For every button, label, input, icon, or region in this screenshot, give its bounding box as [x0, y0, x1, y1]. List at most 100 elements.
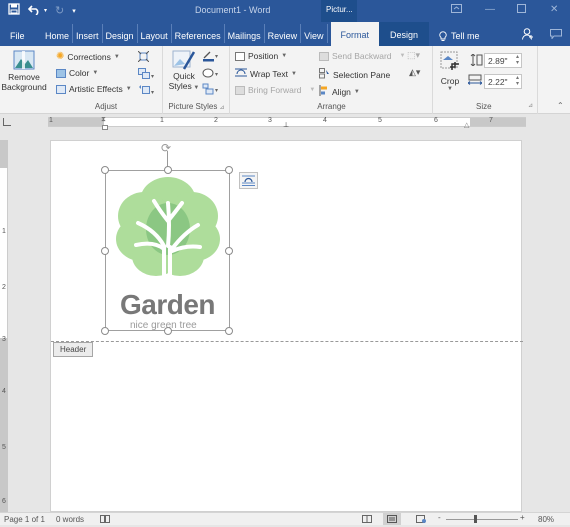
send-backward-icon: [319, 51, 329, 61]
redo-icon: ↻: [55, 5, 65, 17]
width-spinner-icon[interactable]: ▴ ▾: [516, 75, 519, 87]
zoom-level[interactable]: 80%: [538, 515, 554, 524]
group-objects-icon[interactable]: ⬚▾: [407, 50, 420, 61]
position-button[interactable]: Position ▼: [235, 51, 287, 61]
tab-format[interactable]: Format: [330, 22, 380, 46]
artistic-effects-button[interactable]: Artistic Effects ▼: [56, 84, 132, 94]
tab-insert[interactable]: Insert: [73, 24, 103, 43]
resize-handle-top-left[interactable]: [101, 166, 109, 174]
send-backward-button[interactable]: Send Backward ▼: [319, 51, 406, 61]
close-icon[interactable]: ✕: [550, 4, 558, 15]
save-icon[interactable]: [8, 3, 20, 18]
undo-dropdown-icon[interactable]: ▾: [44, 7, 47, 14]
reset-picture-icon[interactable]: ▾: [138, 84, 154, 97]
tab-review[interactable]: Review: [265, 24, 302, 43]
print-layout-button[interactable]: [383, 513, 401, 525]
shape-height-input[interactable]: 2.89" ▴ ▾: [484, 53, 522, 68]
status-bar: Page 1 of 1 0 words - + 80%: [0, 512, 570, 525]
first-line-indent-marker[interactable]: ⧗: [101, 116, 106, 124]
ruler-number: 4: [323, 117, 327, 124]
ruler-number: 5: [2, 444, 6, 451]
group-label-size: Size ⊿: [476, 102, 534, 111]
ruler-right-margin: [470, 118, 526, 126]
proofing-icon[interactable]: [100, 515, 110, 525]
wrap-text-label: Wrap Text: [250, 68, 288, 79]
rotate-objects-icon[interactable]: ◭▾: [409, 67, 420, 78]
tab-references[interactable]: References: [172, 24, 225, 43]
tab-layout[interactable]: Layout: [138, 24, 172, 43]
send-backward-label: Send Backward: [332, 51, 392, 61]
word-count[interactable]: 0 words: [56, 515, 84, 524]
resize-handle-bottom-left[interactable]: [101, 327, 109, 335]
shape-height-icon: [470, 53, 483, 68]
resize-handle-top[interactable]: [164, 166, 172, 174]
zoom-slider-thumb[interactable]: [474, 515, 477, 523]
tab-file[interactable]: File: [0, 24, 42, 43]
resize-handle-bottom-right[interactable]: [225, 327, 233, 335]
vertical-ruler[interactable]: 1 2 3 4 5 6: [0, 140, 8, 512]
remove-background-icon: [13, 50, 35, 70]
wrap-text-button[interactable]: Wrap Text ▼: [235, 68, 297, 79]
height-spinner-icon[interactable]: ▴ ▾: [516, 54, 519, 66]
picture-layout-icon[interactable]: ▾: [202, 83, 220, 97]
corrections-button[interactable]: ✺ Corrections ▼: [56, 51, 120, 62]
selection-pane-label: Selection Pane: [333, 69, 391, 80]
tab-view[interactable]: View: [301, 24, 328, 43]
collapse-ribbon-icon[interactable]: ⌃: [557, 101, 564, 110]
undo-icon[interactable]: [27, 3, 42, 18]
read-mode-icon[interactable]: [362, 515, 372, 525]
zoom-in-button[interactable]: +: [520, 513, 525, 522]
align-button[interactable]: Align ▼: [319, 85, 360, 98]
shape-width-input[interactable]: 2.22" ▴ ▾: [484, 74, 522, 89]
compress-pictures-icon[interactable]: [137, 50, 150, 64]
selection-pane-button[interactable]: Selection Pane: [319, 68, 390, 81]
horizontal-ruler[interactable]: 1 1 2 3 4 5 6 7 ⧗ ⊥ △: [48, 116, 526, 130]
hanging-indent-marker[interactable]: [102, 125, 108, 130]
resize-handle-bottom[interactable]: [164, 327, 172, 335]
tab-stop-marker[interactable]: ⊥: [283, 121, 289, 129]
comments-icon[interactable]: [550, 29, 562, 41]
quick-styles-button[interactable]: Quick Styles ▼: [168, 49, 200, 91]
tab-picture-design[interactable]: Design: [379, 22, 430, 46]
document-page[interactable]: ⟳ Garden nice green tree Header: [50, 140, 523, 512]
picture-effects-icon[interactable]: ▾: [202, 67, 220, 81]
customize-qat-icon[interactable]: ▾: [72, 7, 76, 15]
tab-home[interactable]: Home: [42, 24, 74, 43]
ruler-bottom-margin: [0, 338, 8, 512]
lightbulb-icon: [439, 31, 447, 43]
size-dialog-launcher-icon[interactable]: ⊿: [528, 102, 533, 109]
ruler-number: 2: [214, 117, 218, 124]
crop-button[interactable]: Crop ▼: [438, 50, 462, 92]
zoom-slider-track[interactable]: [446, 519, 518, 520]
page-count[interactable]: Page 1 of 1: [4, 515, 45, 524]
share-icon[interactable]: [522, 28, 534, 42]
tab-design[interactable]: Design: [103, 24, 138, 43]
zoom-out-button[interactable]: -: [438, 513, 441, 522]
bring-forward-button[interactable]: Bring Forward ▼: [235, 85, 315, 95]
resize-handle-top-right[interactable]: [225, 166, 233, 174]
corrections-icon: ✺: [56, 51, 65, 62]
ruler-number: 4: [2, 388, 6, 395]
color-button[interactable]: Color ▼: [56, 68, 98, 78]
selected-picture[interactable]: Garden nice green tree: [101, 166, 233, 335]
minimize-icon[interactable]: —: [485, 4, 495, 15]
tab-selector[interactable]: [3, 118, 11, 126]
tab-mailings[interactable]: Mailings: [225, 24, 265, 43]
maximize-icon[interactable]: [517, 4, 526, 16]
picture-border-icon[interactable]: ▾: [202, 50, 220, 64]
ribbon-display-options-icon[interactable]: [451, 4, 462, 16]
document-title: Document1 - Word: [195, 5, 271, 15]
resize-handle-right[interactable]: [225, 247, 233, 255]
layout-options-button[interactable]: [239, 172, 258, 189]
print-layout-icon: [387, 515, 397, 523]
web-layout-icon[interactable]: [416, 515, 426, 525]
dialog-launcher-icon[interactable]: ⊿: [220, 105, 225, 111]
right-indent-marker[interactable]: △: [464, 121, 469, 129]
ruler-number: 6: [434, 117, 438, 124]
logo-title: Garden: [120, 289, 216, 320]
ruler-top-margin: [0, 140, 8, 168]
remove-background-button[interactable]: Remove Background: [0, 48, 48, 96]
change-picture-icon[interactable]: ▾: [138, 68, 154, 81]
tell-me-search[interactable]: Tell me: [429, 24, 483, 43]
resize-handle-left[interactable]: [101, 247, 109, 255]
